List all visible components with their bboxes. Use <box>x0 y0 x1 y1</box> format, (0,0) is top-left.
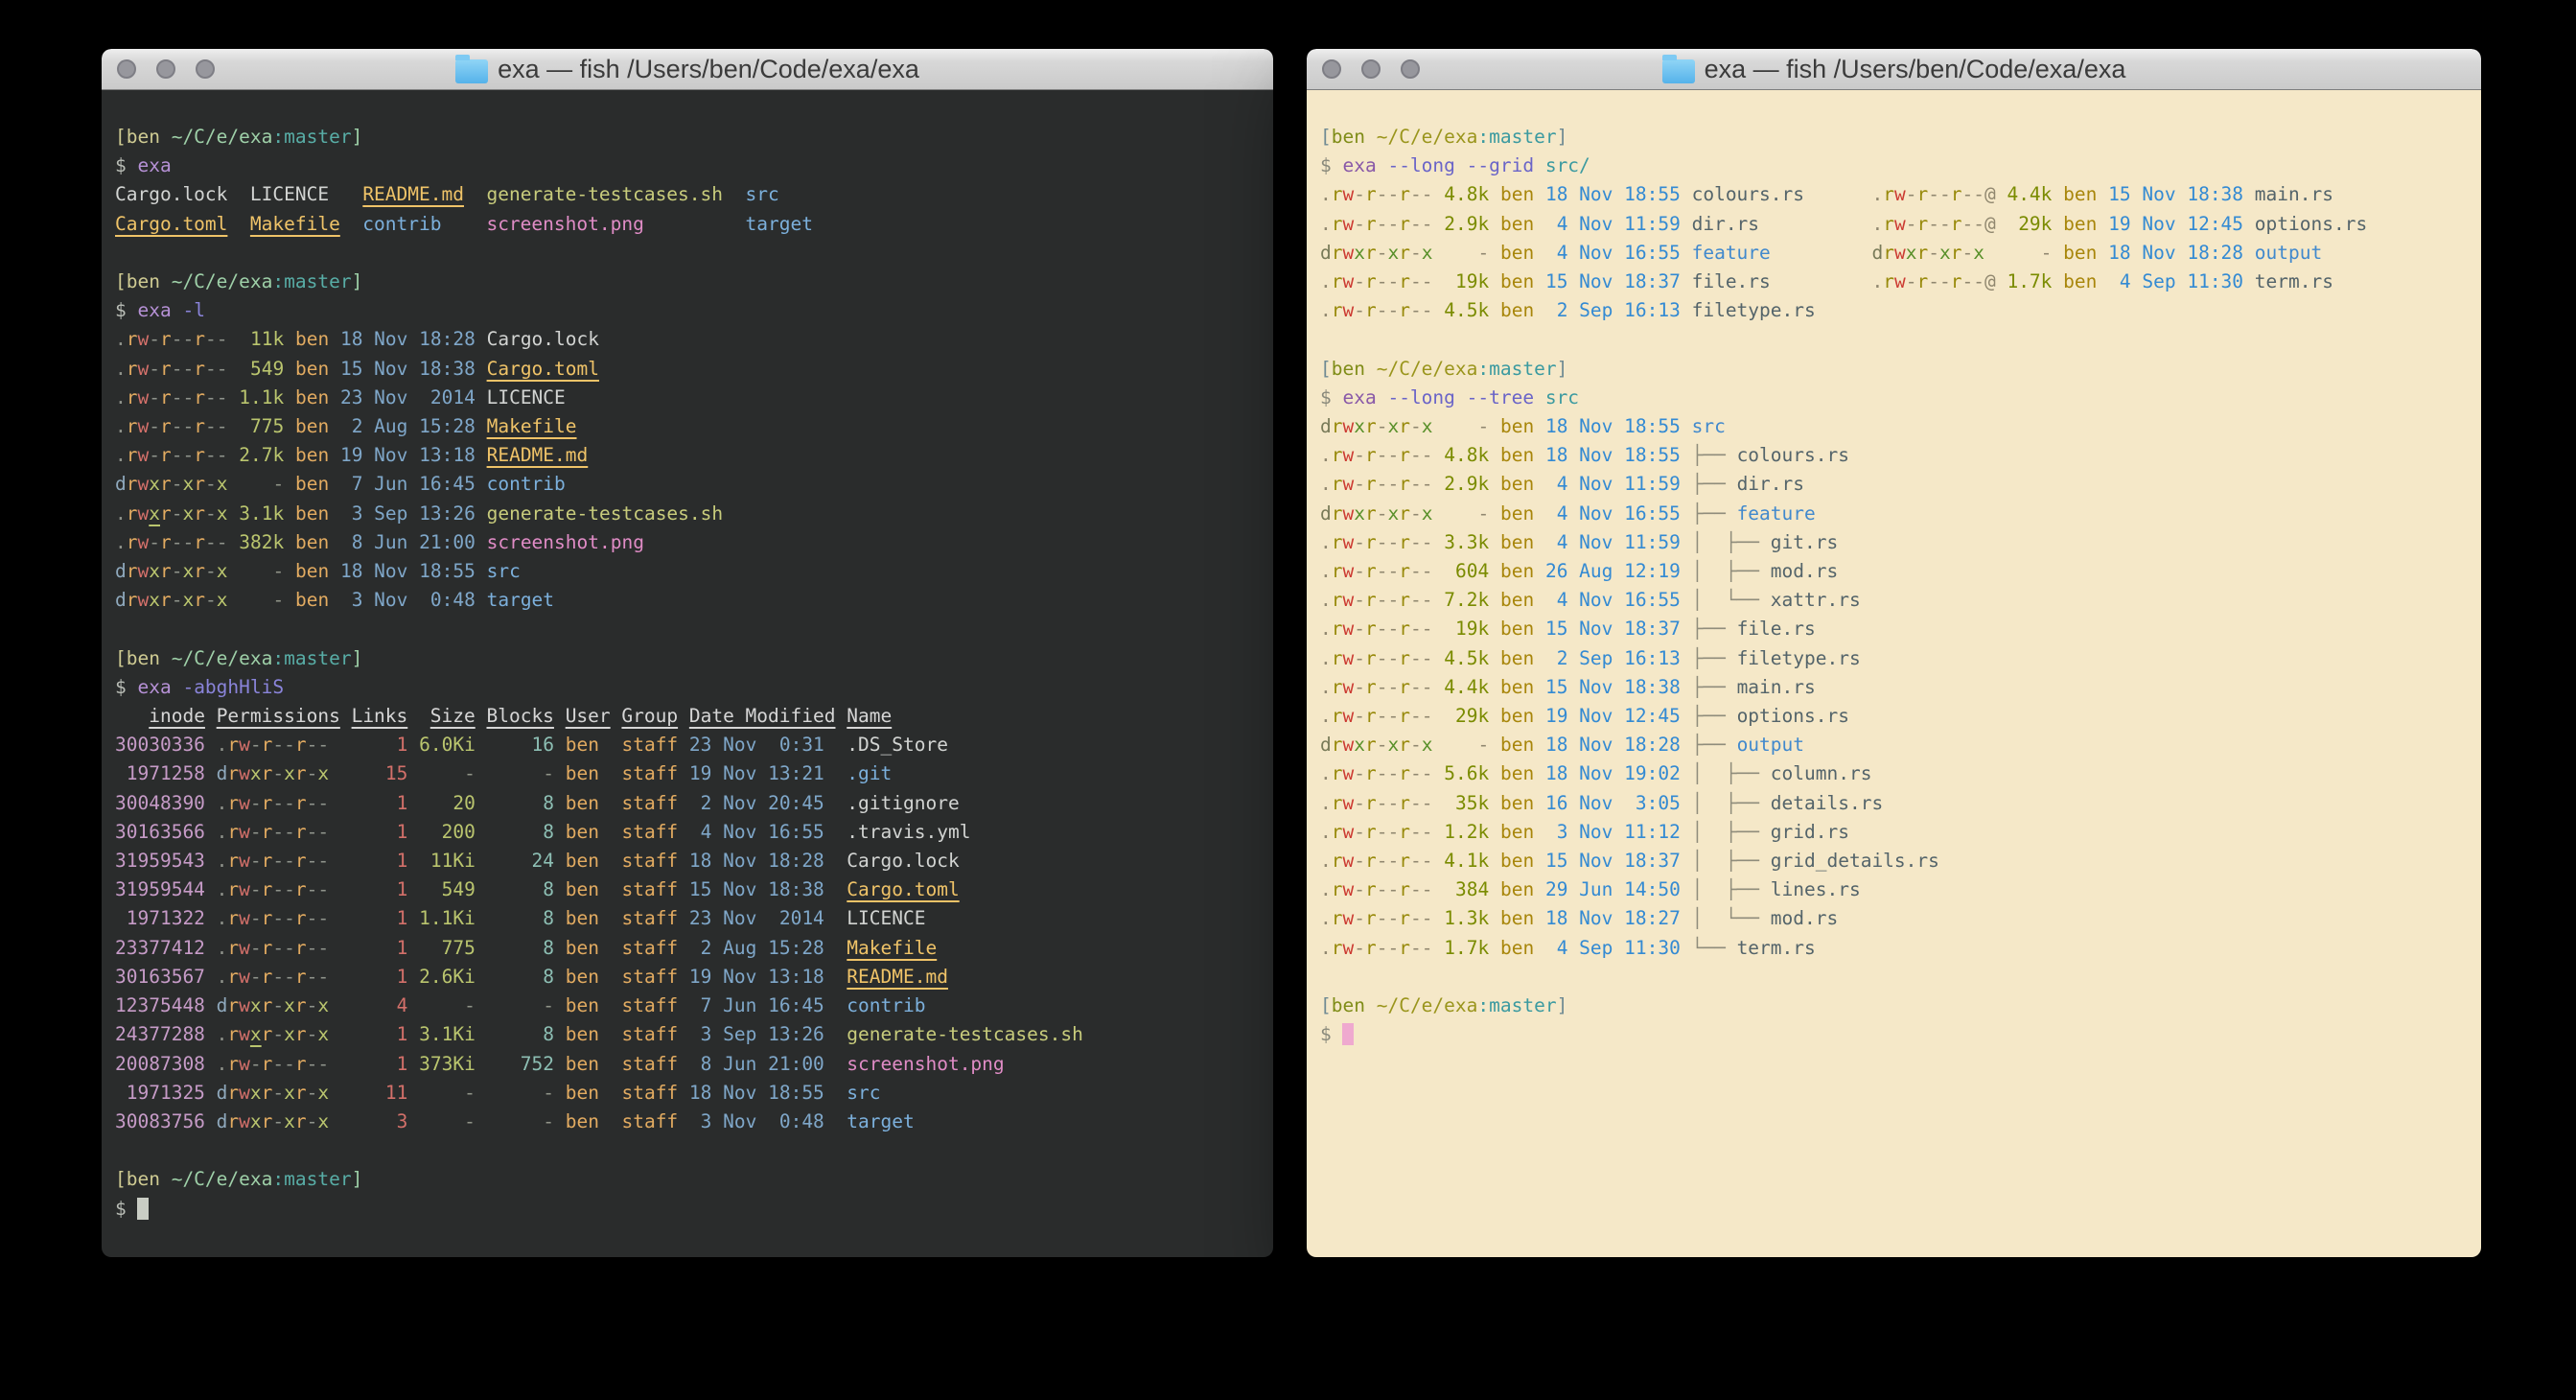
minimize-button[interactable] <box>156 59 175 79</box>
minimize-button[interactable] <box>1361 59 1381 79</box>
window-title: exa — fish /Users/ben/Code/exa/exa <box>498 55 919 84</box>
desktop: { "window_title": "exa — fish /Users/ben… <box>0 0 2576 1400</box>
traffic-lights <box>117 59 215 79</box>
zoom-button[interactable] <box>1401 59 1420 79</box>
zoom-button[interactable] <box>196 59 215 79</box>
folder-icon <box>455 59 488 83</box>
window-title-group: exa — fish /Users/ben/Code/exa/exa <box>455 55 919 84</box>
terminal-screen-left[interactable]: [ben ~/C/e/exa:master] $ exa Cargo.lock … <box>102 90 1273 1257</box>
folder-icon <box>1662 59 1695 83</box>
terminal-window-light: exa — fish /Users/ben/Code/exa/exa [ben … <box>1307 49 2481 1257</box>
terminal-screen-right[interactable]: [ben ~/C/e/exa:master] $ exa --long --gr… <box>1307 90 2481 1257</box>
titlebar[interactable]: exa — fish /Users/ben/Code/exa/exa <box>102 49 1273 90</box>
window-title-group: exa — fish /Users/ben/Code/exa/exa <box>1662 55 2126 84</box>
traffic-lights <box>1322 59 1420 79</box>
titlebar[interactable]: exa — fish /Users/ben/Code/exa/exa <box>1307 49 2481 90</box>
window-title: exa — fish /Users/ben/Code/exa/exa <box>1705 55 2126 84</box>
close-button[interactable] <box>1322 59 1341 79</box>
close-button[interactable] <box>117 59 136 79</box>
terminal-window-dark: exa — fish /Users/ben/Code/exa/exa [ben … <box>102 49 1273 1257</box>
